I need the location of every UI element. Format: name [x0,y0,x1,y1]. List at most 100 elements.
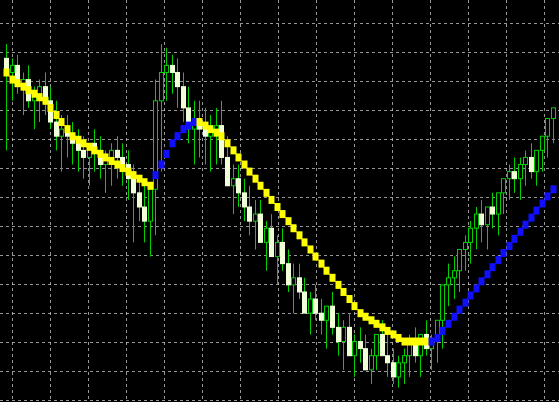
indicator-point [147,181,154,190]
indicator-point [185,121,192,130]
indicator-point [462,298,469,307]
candle-body-bullish [341,326,346,343]
candle-body-bullish [10,64,15,73]
candlestick-chart [0,0,559,402]
candle-body-bearish [479,213,484,226]
candle-body-bearish [330,305,335,328]
indicator-point [207,125,214,134]
indicator-point [539,199,546,208]
indicator-point [528,213,535,222]
indicator-point [196,118,203,127]
candle-body-bearish [258,213,263,243]
candle-body-bullish [374,333,379,357]
candle-body-bullish [253,213,258,222]
indicator-point [246,167,253,176]
candle-body-bullish [518,164,523,180]
candle-body-bearish [280,241,285,265]
candle-body-bullish [164,64,169,73]
indicator-point [329,273,336,282]
candle-body-bearish [529,156,534,173]
indicator-point [91,146,98,155]
indicator-point [451,312,458,321]
candle-body-bearish [336,326,341,343]
indicator-point [263,188,270,197]
indicator-point [362,312,369,321]
indicator-point [25,86,32,95]
candle-body-bearish [363,348,368,371]
candle-body-bearish [512,171,517,180]
indicator-point [141,178,148,187]
indicator-point [445,319,452,328]
candle-body-bullish [468,227,473,243]
indicator-point [544,192,551,201]
indicator-point [130,171,137,180]
indicator-point [511,234,518,243]
candle-body-bullish [452,270,457,279]
candle-body-bearish [385,355,390,364]
indicator-point [335,280,342,289]
candle-body-bullish [291,277,296,286]
indicator-point [241,160,248,169]
candle-body-bullish [463,241,468,250]
indicator-point [473,284,480,293]
candle-body-bearish [225,156,230,187]
candle-body-bearish [54,121,59,137]
candle-body-bearish [490,206,495,215]
indicator-point [506,241,513,250]
candle-body-bearish [142,206,147,222]
indicator-point [340,287,347,296]
indicator-point [495,256,502,265]
candle-body-bullish [109,149,114,158]
indicator-point [301,238,308,247]
candle-body-bearish [297,277,302,293]
indicator-point [268,195,275,204]
indicator-point [533,206,540,215]
candle-body-bullish [264,227,269,243]
chart-background [0,0,559,402]
candle-body-bearish [219,125,224,158]
indicator-point [323,266,330,275]
candle-body-bearish [120,156,125,166]
candle-body-bearish [81,149,86,158]
indicator-point [484,270,491,279]
candle-body-bullish [402,355,407,364]
candle-body-bearish [137,192,142,208]
indicator-point [47,103,54,112]
candle-body-bullish [275,241,280,258]
indicator-point [3,68,10,77]
candle-body-bullish [496,192,501,215]
indicator-point [58,118,65,127]
indicator-point [489,263,496,272]
indicator-point [235,153,242,162]
candle-body-bullish [324,305,329,321]
candle-body-bearish [115,149,120,158]
candle-body-bullish [501,178,506,194]
indicator-point [224,139,231,148]
candle-body-bearish [313,298,318,314]
candle-body-bullish [446,277,451,286]
indicator-point [42,96,49,105]
indicator-point [373,319,380,328]
candle-body-bearish [175,71,180,88]
candle-body-bullish [534,149,539,173]
indicator-point [102,153,109,162]
indicator-point [346,295,353,304]
indicator-point [517,227,524,236]
indicator-point [274,203,281,211]
indicator-point [69,132,76,141]
indicator-point [467,291,474,300]
candle-body-bearish [286,263,291,286]
indicator-point [108,156,115,165]
indicator-point [279,210,286,219]
candle-body-bullish [545,118,550,137]
candle-body-bearish [319,312,324,321]
indicator-point [158,160,165,169]
indicator-point [318,259,325,268]
indicator-point [152,171,159,180]
indicator-point [80,139,87,148]
indicator-point [406,337,413,346]
indicator-point [296,231,303,240]
indicator-point [428,337,435,346]
candle-body-bullish [231,178,236,187]
candle-body-bullish [369,355,374,371]
